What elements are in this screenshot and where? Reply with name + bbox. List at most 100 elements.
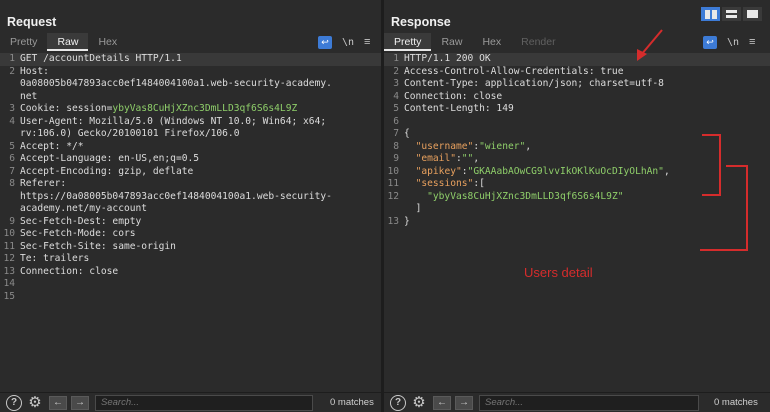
json-string: "" [461, 153, 474, 164]
json-punctuation: , [525, 140, 532, 152]
line-text: Cookie: session=ybyVas8CuHjXZnc3DmLLD3qf… [20, 103, 298, 114]
response-match-count: 0 matches [714, 397, 758, 408]
previous-match-icon[interactable]: ← [49, 395, 67, 410]
response-title: Response [391, 15, 451, 29]
json-key: "email" [415, 153, 456, 164]
layout-single-icon[interactable] [743, 7, 762, 21]
response-editor[interactable]: 1 HTTP/1.1 200 OK 2 Access-Control-Allow-Cr… [384, 53, 770, 392]
word-wrap-icon[interactable]: ↩ [318, 35, 332, 49]
json-key: "username" [415, 140, 474, 152]
word-wrap-icon[interactable]: ↩ [703, 35, 717, 49]
line-number: 14 [3, 278, 15, 289]
response-tab-hex[interactable]: Hex [472, 33, 511, 51]
help-icon[interactable]: ? [6, 394, 22, 411]
line-text: 0a08005b047893acc0ef1484004100a1.web-sec… [20, 78, 332, 89]
json-line: 10 "apikey":"GKAAabAOwCG9lvvIkOKlKuOcDIy… [384, 166, 770, 179]
json-text: "sessions":[ [404, 178, 485, 191]
line-text: Connection: close [404, 90, 503, 102]
line-number: 6 [9, 153, 15, 164]
response-tabs: Pretty Raw Hex Render [384, 33, 566, 51]
editor-menu-icon[interactable]: ≡ [749, 36, 755, 48]
line-number: 12 [387, 190, 399, 202]
request-editor[interactable]: 1 GET /accountDetails HTTP/1.1 2 Host: 0a080… [0, 53, 381, 392]
request-tabs: Pretty Raw Hex [0, 33, 127, 51]
code-line: 15 [0, 291, 381, 304]
line-number: 9 [9, 215, 15, 227]
line-number: 3 [9, 103, 15, 114]
code-line: net [0, 91, 381, 104]
layout-side-by-side-icon[interactable] [701, 7, 720, 21]
code-line: 3 Cookie: session=ybyVas8CuHjXZnc3DmLLD3q… [0, 103, 381, 116]
json-text: "apikey":"GKAAabAOwCG9lvvIkOKlKuOcDIyOLh… [404, 166, 670, 179]
editor-menu-icon[interactable]: ≡ [364, 36, 370, 48]
json-text: "email":"", [404, 153, 480, 166]
code-line: 5 Content-Length: 149 [384, 103, 770, 116]
code-line: 5 Accept: */* [0, 141, 381, 154]
code-line: 0a08005b047893acc0ef1484004100a1.web-sec… [0, 78, 381, 91]
json-line: 12 "ybyVas8CuHjXZnc3DmLLD3qf6S6s4L9Z" [384, 191, 770, 204]
line-text: Content-Length: 149 [404, 103, 514, 114]
line-text: { [404, 128, 410, 139]
line-number: 13 [3, 265, 15, 277]
response-search-bar: ? ⚙ ← → 0 matches [384, 392, 770, 412]
json-string: "ybyVas8CuHjXZnc3DmLLD3qf6S6s4L9Z" [427, 190, 624, 202]
line-number: 4 [9, 115, 15, 127]
json-key: "apikey" [415, 165, 462, 177]
line-text: https://0a08005b047893acc0ef1484004100a1… [20, 190, 332, 202]
line-number: 11 [3, 240, 15, 252]
line-text: Accept: */* [20, 140, 84, 152]
request-title: Request [7, 15, 57, 29]
cookie-value: ybyVas8CuHjXZnc3DmLLD3qf6S6s4L9Z [112, 103, 298, 114]
settings-gear-icon[interactable]: ⚙ [27, 394, 43, 411]
response-tab-pretty[interactable]: Pretty [384, 33, 432, 51]
line-number: 9 [393, 153, 399, 164]
response-tab-raw[interactable]: Raw [431, 33, 472, 51]
next-match-icon[interactable]: → [455, 395, 473, 410]
line-number: 11 [387, 178, 399, 189]
line-text: Connection: close [20, 265, 119, 277]
request-tab-raw[interactable]: Raw [47, 33, 89, 51]
next-match-icon[interactable]: → [71, 395, 89, 410]
code-line: 6 [384, 116, 770, 129]
line-number: 13 [387, 215, 399, 227]
json-punctuation: , [663, 165, 670, 177]
code-line: 1 HTTP/1.1 200 OK [384, 53, 770, 66]
line-number: 8 [9, 178, 15, 189]
code-line: 3 Content-Type: application/json; charset… [384, 78, 770, 91]
line-number: 1 [9, 53, 15, 64]
json-punctuation: , [473, 153, 480, 164]
request-search-input[interactable] [95, 394, 313, 411]
line-number: 10 [3, 228, 15, 239]
json-key: "sessions" [415, 178, 474, 189]
json-line: 8 "username":"wiener", [384, 141, 770, 154]
json-text: "ybyVas8CuHjXZnc3DmLLD3qf6S6s4L9Z" [404, 190, 624, 204]
line-text: Accept-Encoding: gzip, deflate [20, 165, 194, 177]
request-editor-tools: ↩ \n ≡ [318, 34, 370, 50]
code-line: 12 Te: trailers [0, 253, 381, 266]
request-tab-pretty[interactable]: Pretty [0, 33, 47, 51]
show-newlines-button[interactable]: \n [727, 37, 739, 48]
response-tab-render[interactable]: Render [511, 33, 565, 51]
previous-match-icon[interactable]: ← [433, 395, 451, 410]
show-newlines-button[interactable]: \n [342, 37, 354, 48]
settings-gear-icon[interactable]: ⚙ [411, 394, 427, 411]
code-line: 9 Sec-Fetch-Dest: empty [0, 216, 381, 229]
request-tab-hex[interactable]: Hex [88, 33, 127, 51]
json-string: "wiener" [479, 140, 526, 152]
help-icon[interactable]: ? [390, 394, 406, 411]
code-line: rv:106.0) Gecko/20100101 Firefox/106.0 [0, 128, 381, 141]
line-number: 10 [387, 165, 399, 177]
code-line: 4 Connection: close [384, 91, 770, 104]
code-line: 8 Referer: [0, 178, 381, 191]
response-search-input[interactable] [479, 394, 699, 411]
line-text: Referer: [20, 178, 67, 189]
response-editor-tools: ↩ \n ≡ [703, 34, 755, 50]
line-text: Sec-Fetch-Site: same-origin [20, 240, 176, 252]
line-number: 7 [9, 165, 15, 177]
line-text: Sec-Fetch-Mode: cors [20, 228, 136, 239]
line-number: 2 [9, 65, 15, 77]
request-search-bar: ? ⚙ ← → 0 matches [0, 392, 381, 412]
layout-stacked-icon[interactable] [722, 7, 741, 21]
json-line: 11 "sessions":[ [384, 178, 770, 191]
code-line: 13 Connection: close [0, 266, 381, 279]
